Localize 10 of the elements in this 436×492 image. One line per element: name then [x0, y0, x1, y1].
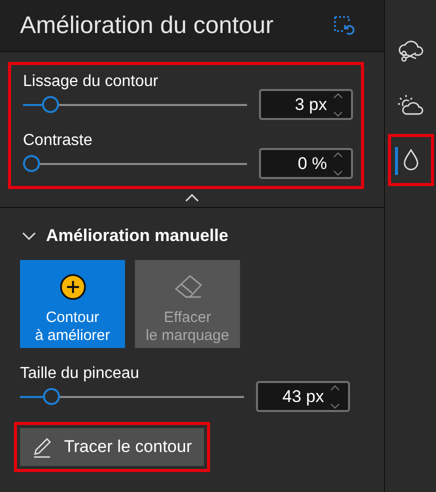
- slider-label: Taille du pinceau: [20, 364, 140, 383]
- tool-button[interactable]: Contour à améliorer: [20, 260, 125, 348]
- section-heading: Amélioration manuelle: [46, 226, 228, 246]
- slider-label: Lissage du contour: [23, 72, 158, 91]
- trace-button[interactable]: Tracer le contour: [20, 428, 204, 466]
- number-field[interactable]: 0 %: [259, 148, 353, 179]
- number-field[interactable]: 43 px: [256, 381, 350, 412]
- panel-title: Amélioration du contour: [20, 12, 274, 40]
- number-field[interactable]: 3 px: [259, 89, 353, 120]
- slider-label: Contraste: [23, 131, 92, 150]
